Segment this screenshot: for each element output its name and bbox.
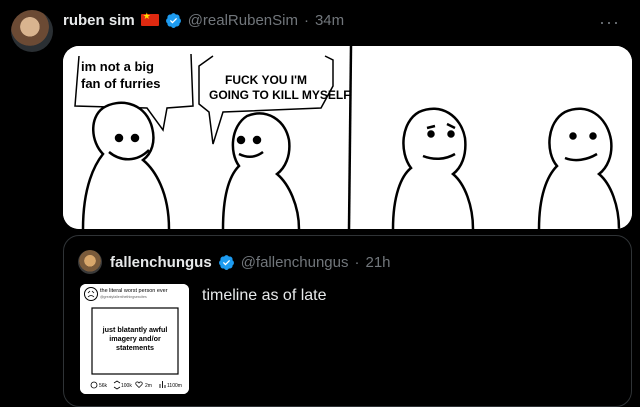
quoted-author-avatar[interactable] — [78, 250, 102, 274]
thumb-stat-replies: 56k — [99, 383, 108, 389]
verified-badge-icon — [218, 254, 234, 270]
thumb-body-line-1: just blatantly awful — [102, 325, 168, 334]
thumb-stat-retweets: 100k — [121, 383, 132, 389]
meme-template: the literal worst person ever @greatyfal… — [80, 284, 189, 394]
author-avatar[interactable] — [11, 10, 53, 52]
separator-dot: · — [354, 253, 360, 271]
verified-badge-icon — [165, 12, 181, 28]
quoted-tweet[interactable]: fallenchungus @fallenchungus · 21h the l… — [63, 235, 632, 407]
thumb-stat-likes: 2m — [145, 383, 152, 389]
tweet-image[interactable]: im not a big fan of furries FUCK YOU I'M… — [63, 46, 632, 229]
separator-dot: · — [303, 11, 309, 29]
author-name[interactable]: ruben sim — [63, 12, 135, 29]
more-horizontal-icon[interactable]: ··· — [599, 12, 620, 33]
thumb-header-handle: @greatyfallenthethingsexcites — [100, 295, 147, 299]
quoted-author-handle[interactable]: @fallenchungus — [241, 254, 349, 271]
tweet-time[interactable]: 34m — [315, 12, 344, 29]
bubble-left-line-1: im not a big — [81, 59, 154, 74]
author-handle[interactable]: @realRubenSim — [188, 12, 298, 29]
china-flag-icon — [140, 11, 159, 26]
thumb-header-name: the literal worst person ever — [100, 288, 168, 294]
quoted-tweet-time[interactable]: 21h — [366, 254, 391, 271]
bubble-left-line-2: fan of furries — [81, 76, 160, 91]
bubble-right-line-2: GOING TO KILL MYSELF — [209, 88, 351, 102]
thumb-stat-views: 1100m — [167, 383, 182, 389]
thumb-body-line-2: imagery and/or — [109, 334, 161, 343]
tweet-header: ruben sim @realRubenSim · 34m — [63, 10, 344, 30]
thumb-body-line-3: statements — [116, 343, 154, 352]
bubble-right-line-1: FUCK YOU I'M — [225, 73, 307, 87]
quoted-tweet-image[interactable]: the literal worst person ever @greatyfal… — [80, 284, 189, 394]
sad-face-icon — [84, 287, 98, 301]
quoted-author-name[interactable]: fallenchungus — [110, 254, 212, 271]
comic-strip: im not a big fan of furries FUCK YOU I'M… — [63, 46, 632, 229]
quoted-tweet-header: fallenchungus @fallenchungus · 21h — [110, 250, 391, 274]
quoted-tweet-text: timeline as of late — [202, 287, 327, 304]
